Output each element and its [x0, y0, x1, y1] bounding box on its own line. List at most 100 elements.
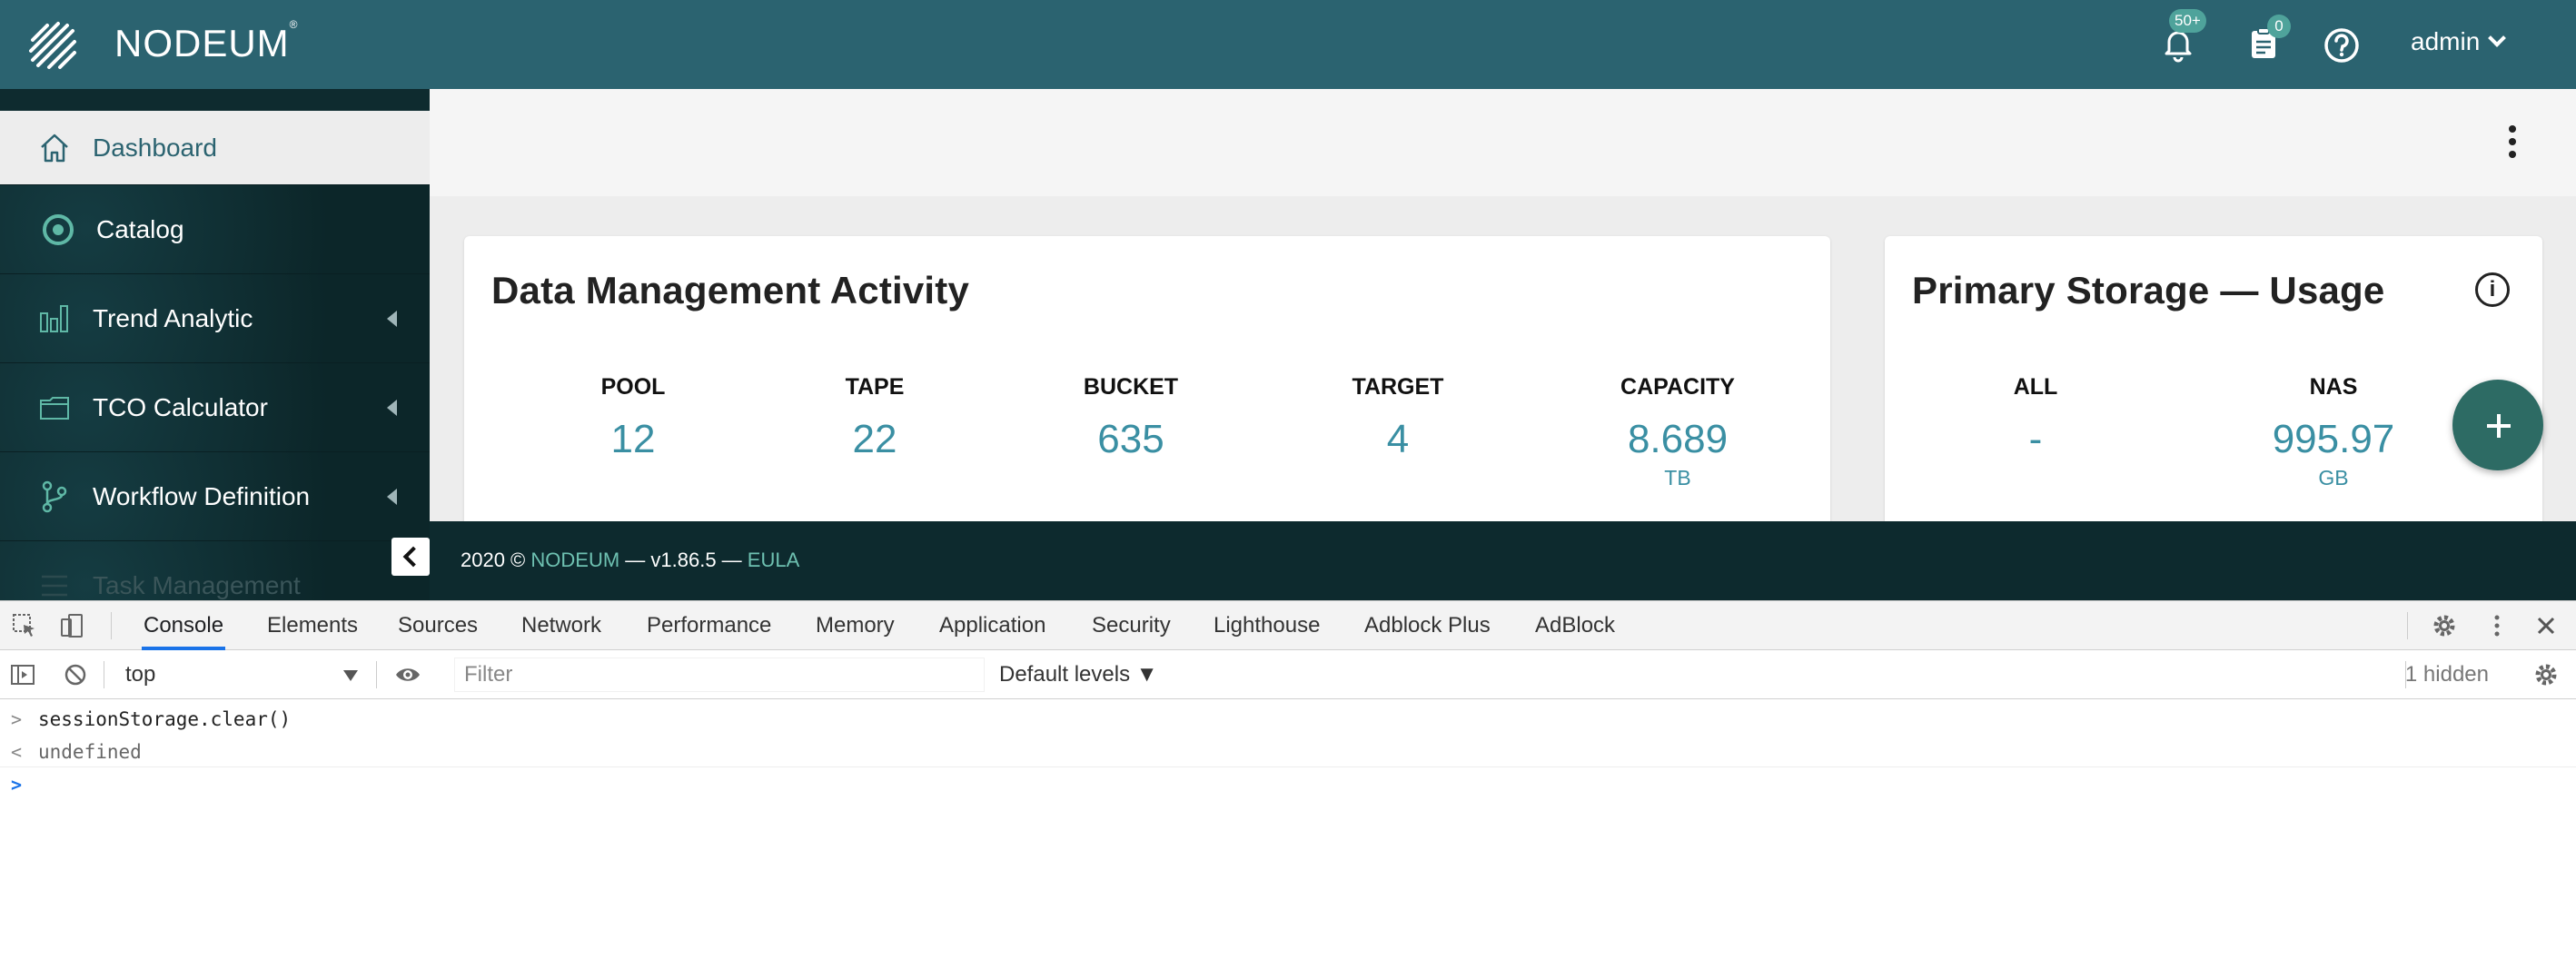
sidebar-toggle-icon[interactable]: [9, 661, 36, 688]
folder-icon: [40, 396, 69, 420]
more-options-icon[interactable]: [2509, 125, 2518, 158]
stat-value: 635: [1097, 417, 1164, 461]
filter-input[interactable]: Filter: [454, 658, 985, 692]
stat-unit: GB: [2318, 466, 2349, 489]
stat-bucket[interactable]: BUCKET 635: [1022, 374, 1240, 462]
devtools-panel: Console Elements Sources Network Perform…: [0, 600, 2576, 969]
stat-label: BUCKET: [1083, 374, 1179, 400]
sidebar-item-task-management[interactable]: Task Management: [0, 541, 430, 600]
tab-performance[interactable]: Performance: [645, 601, 773, 650]
footer-brand-link[interactable]: NODEUM: [530, 549, 619, 571]
console-settings-gear-icon[interactable]: [2532, 661, 2560, 688]
tab-lighthouse[interactable]: Lighthouse: [1212, 601, 1322, 650]
sidebar-item-label: Dashboard: [93, 133, 217, 162]
close-icon[interactable]: [2532, 612, 2560, 639]
sidebar-item-label: Workflow Definition: [93, 481, 311, 510]
stat-target[interactable]: TARGET 4: [1289, 374, 1507, 462]
stat-label: TAPE: [845, 374, 905, 400]
nodeum-logo-icon[interactable]: [27, 20, 78, 71]
sidebar-top-strip: [0, 89, 430, 111]
console-text[interactable]: sessionStorage.clear(): [38, 708, 291, 730]
console-toolbar: top Filter Default levels ▼ 1 hidden: [0, 650, 2576, 699]
stat-label: ALL: [2013, 374, 2058, 400]
tab-application[interactable]: Application: [937, 601, 1047, 650]
tasks-badge: 0: [2267, 15, 2291, 38]
brand-name[interactable]: NODEUM®: [114, 18, 299, 65]
tab-memory[interactable]: Memory: [814, 601, 897, 650]
stat-value: 995.97: [2272, 417, 2395, 461]
top-bar: NODEUM® 50+ 0 admin: [0, 0, 2576, 89]
branch-icon: [42, 480, 67, 512]
sidebar-item-label: Trend Analytic: [93, 303, 253, 332]
stat-value: 22: [852, 417, 897, 461]
main-content: Data Management Activity POOL 12 TAPE 22…: [430, 89, 2576, 521]
context-select[interactable]: top: [113, 659, 367, 690]
dropdown-arrow-icon: [343, 670, 358, 681]
chevron-left-icon: [387, 310, 397, 327]
hidden-count: 1 hidden: [2404, 662, 2489, 687]
stat-value: 12: [610, 417, 656, 461]
sidebar-item-label: TCO Calculator: [93, 392, 268, 421]
chevron-down-icon: [2488, 29, 2507, 47]
bar-chart-icon: [40, 304, 68, 332]
stat-capacity[interactable]: CAPACITY 8.689 TB: [1569, 374, 1787, 490]
stat-label: POOL: [600, 374, 666, 400]
device-toolbar-icon[interactable]: [58, 612, 85, 639]
help-icon[interactable]: [2322, 25, 2362, 65]
sidebar-item-workflow-definition[interactable]: Workflow Definition: [0, 452, 430, 541]
data-management-card: Data Management Activity POOL 12 TAPE 22…: [464, 236, 1830, 521]
registered-mark: ®: [289, 18, 299, 31]
user-menu[interactable]: admin: [2411, 27, 2507, 56]
tab-adblock-plus[interactable]: Adblock Plus: [1362, 601, 1492, 650]
stat-label: NAS: [2309, 374, 2358, 400]
eula-link[interactable]: EULA: [748, 549, 799, 571]
add-button[interactable]: [2452, 380, 2543, 470]
stat-unit: TB: [1664, 466, 1691, 489]
list-icon: [42, 575, 67, 596]
info-icon[interactable]: i: [2475, 272, 2510, 307]
log-levels-select[interactable]: Default levels ▼: [999, 659, 1158, 690]
inspect-element-icon[interactable]: [11, 612, 38, 639]
tab-network[interactable]: Network: [520, 601, 603, 650]
footer-copyright: 2020 ©: [461, 549, 531, 571]
sidebar: Dashboard Catalog Trend Analytic TCO Cal…: [0, 89, 430, 600]
divider: [2407, 612, 2408, 639]
tab-console[interactable]: Console: [142, 601, 226, 650]
footer-version: — v1.86.5 —: [619, 549, 748, 571]
collapse-sidebar-button[interactable]: [391, 538, 430, 576]
sidebar-item-label: Catalog: [96, 214, 184, 243]
stat-nas[interactable]: NAS 995.97 GB: [2224, 374, 2442, 490]
stat-value: 4: [1386, 417, 1410, 461]
chevron-left-icon: [387, 399, 397, 416]
sidebar-item-catalog[interactable]: Catalog: [0, 185, 430, 274]
divider: [0, 766, 2576, 767]
tab-adblock[interactable]: AdBlock: [1533, 601, 1617, 650]
tab-security[interactable]: Security: [1090, 601, 1173, 650]
tab-elements[interactable]: Elements: [265, 601, 360, 650]
divider: [111, 612, 112, 639]
gear-icon[interactable]: [2431, 612, 2458, 639]
sidebar-item-dashboard[interactable]: Dashboard: [0, 111, 430, 185]
notifications-badge: 50+: [2169, 9, 2206, 33]
sidebar-item-tco-calculator[interactable]: TCO Calculator: [0, 363, 430, 452]
target-icon: [43, 213, 74, 245]
divider: [376, 661, 377, 688]
chevron-left-icon: [387, 488, 397, 505]
card-title: Data Management Activity: [491, 269, 970, 311]
home-icon: [41, 133, 68, 162]
stat-label: CAPACITY: [1620, 374, 1735, 400]
card-title: Primary Storage — Usage: [1912, 269, 2385, 311]
sidebar-item-trend-analytic[interactable]: Trend Analytic: [0, 274, 430, 363]
stat-tape[interactable]: TAPE 22: [766, 374, 984, 462]
stat-all[interactable]: ALL -: [1927, 374, 2145, 462]
footer-text: 2020 © NODEUM — v1.86.5 — EULA: [461, 549, 799, 572]
more-vertical-icon[interactable]: [2483, 612, 2511, 639]
console-text: undefined: [38, 741, 142, 763]
clear-console-icon[interactable]: [62, 661, 89, 688]
context-value: top: [125, 662, 156, 687]
eye-icon[interactable]: [394, 661, 421, 688]
output-prompt-icon: <: [11, 741, 23, 763]
sidebar-item-label: Task Management: [93, 570, 301, 599]
tab-sources[interactable]: Sources: [396, 601, 480, 650]
stat-pool[interactable]: POOL 12: [524, 374, 742, 462]
